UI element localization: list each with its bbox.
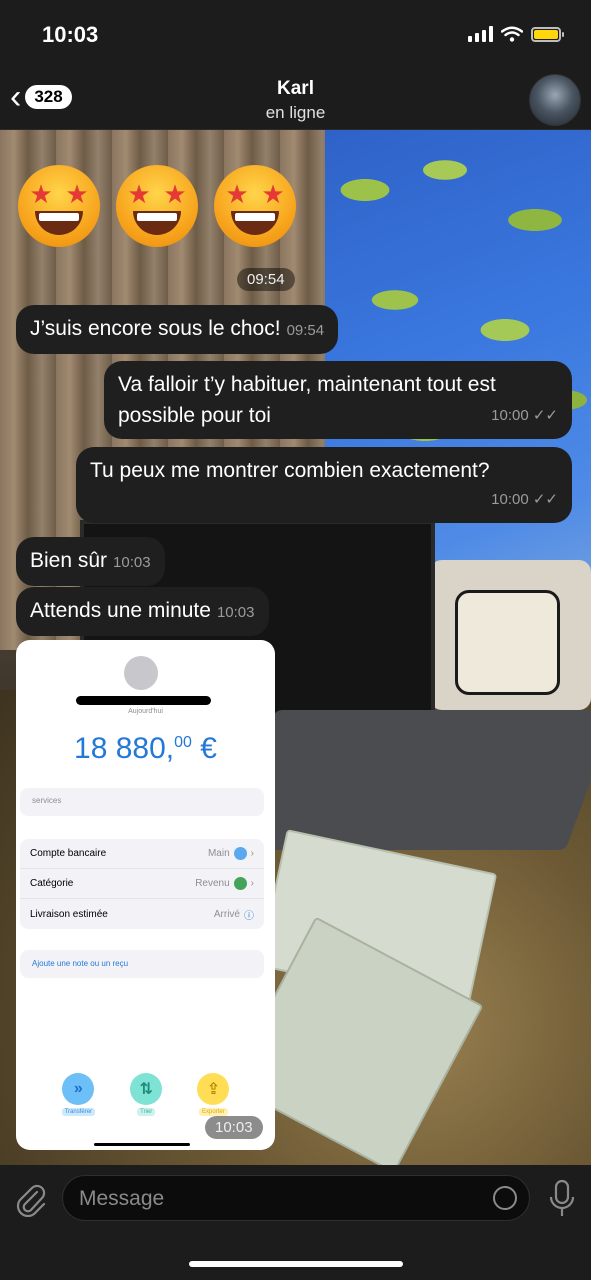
- export-button: ⇪ Exporter: [197, 1073, 230, 1116]
- note-field: Ajoute une note ou un reçu: [20, 950, 264, 978]
- sticker-icon[interactable]: [493, 1186, 517, 1210]
- message-meta: 10:00 ✓✓: [491, 400, 558, 431]
- message-placeholder: Message: [79, 1187, 165, 1210]
- amount-main: 18 880,: [74, 732, 175, 765]
- message-text: Attends une minute: [30, 599, 211, 622]
- message-meta: 10:00 ✓✓: [491, 484, 558, 515]
- star-struck-emoji-icon: ★ ★: [214, 165, 296, 247]
- detail-value: Arrivé: [213, 908, 240, 920]
- message-bubble-outgoing[interactable]: Tu peux me montrer combien exactement? 1…: [76, 447, 572, 523]
- detail-row: Compte bancaire Main ›: [20, 839, 264, 869]
- detail-label: Compte bancaire: [30, 848, 107, 859]
- button-label: Exporter: [199, 1108, 228, 1116]
- emoji-message[interactable]: ★ ★ ★ ★ ★ ★: [18, 165, 296, 247]
- message-bubble-incoming[interactable]: Bien sûr 10:03: [16, 537, 165, 586]
- wallpaper-laptop-base: [224, 710, 591, 850]
- image-message[interactable]: Aujourd'hui 18 880,00 € services Compte …: [16, 640, 275, 1150]
- message-time: 10:03: [216, 604, 255, 621]
- double-check-icon: ✓✓: [532, 491, 558, 508]
- star-struck-emoji-icon: ★ ★: [116, 165, 198, 247]
- double-chevron-icon: »: [62, 1073, 95, 1105]
- star-struck-emoji-icon: ★ ★: [18, 165, 100, 247]
- message-time: 10:03: [205, 1116, 263, 1139]
- chat-header: ‹ 328 Karl en ligne: [0, 68, 591, 130]
- contact-avatar[interactable]: [529, 74, 581, 126]
- sort-button: ⇅ Trier: [130, 1073, 163, 1116]
- message-time: 10:00: [491, 407, 529, 424]
- detail-label: Catégorie: [30, 878, 74, 889]
- home-indicator: [189, 1261, 403, 1267]
- note-link: Ajoute une note ou un reçu: [32, 959, 129, 968]
- double-check-icon: ✓✓: [532, 407, 558, 424]
- message-bubble-incoming[interactable]: J’suis encore sous le choc! 09:54: [16, 305, 339, 354]
- paperclip-icon[interactable]: [14, 1183, 48, 1217]
- status-icons: [468, 26, 564, 42]
- wifi-icon: [501, 26, 523, 42]
- bank-icon: [233, 847, 247, 860]
- cellular-signal-icon: [468, 26, 493, 42]
- detail-row: Livraison estimée Arrivé ⓘ: [20, 899, 264, 929]
- microphone-icon[interactable]: [547, 1179, 577, 1219]
- share-icon: ⇪: [197, 1073, 230, 1105]
- services-field: services: [20, 788, 264, 816]
- message-time: 09:54: [286, 322, 325, 339]
- sort-arrows-icon: ⇅: [130, 1073, 163, 1105]
- detail-label: Livraison estimée: [30, 908, 108, 920]
- message-time: 10:03: [113, 554, 151, 571]
- detail-value: Revenu: [195, 878, 230, 889]
- message-text: J’suis encore sous le choc!: [30, 317, 281, 340]
- detail-value: Main: [207, 848, 230, 859]
- services-label: services: [32, 796, 62, 805]
- chat-title-area[interactable]: Karl en ligne: [0, 78, 591, 123]
- message-time: 09:54: [237, 268, 295, 291]
- message-text: Tu peux me montrer combien exactement?: [90, 459, 490, 482]
- category-icon: [233, 877, 247, 890]
- message-text: Bien sûr: [30, 549, 108, 572]
- currency-symbol: €: [200, 732, 217, 765]
- transaction-amount: 18 880,00 €: [16, 732, 275, 766]
- info-icon: ⓘ: [244, 910, 254, 922]
- home-indicator: [94, 1143, 190, 1146]
- contact-name: Karl: [277, 78, 314, 99]
- transfer-button: » Transférer: [61, 1073, 96, 1116]
- contact-status: en ligne: [265, 103, 326, 122]
- message-bubble-incoming[interactable]: Attends une minute 10:03: [16, 587, 269, 636]
- amount-cents: 00: [174, 734, 192, 751]
- message-time: 10:00: [491, 491, 529, 508]
- wallpaper-pillow: [455, 590, 560, 695]
- status-bar: 10:03: [0, 0, 591, 68]
- button-label: Transférer: [61, 1108, 96, 1116]
- chevron-right-icon: ›: [250, 848, 254, 859]
- transaction-date: Aujourd'hui: [128, 708, 163, 715]
- detail-row: Catégorie Revenu ›: [20, 869, 264, 899]
- person-icon: [124, 656, 158, 690]
- action-buttons: » Transférer ⇅ Trier ⇪ Exporter: [16, 1073, 275, 1116]
- message-input[interactable]: Message: [62, 1175, 530, 1221]
- transaction-details: Compte bancaire Main › Catégorie Revenu › …: [20, 839, 264, 929]
- redacted-name: [76, 696, 211, 705]
- battery-icon: [531, 26, 564, 42]
- message-bubble-outgoing[interactable]: Va falloir t’y habituer, maintenant tout…: [104, 361, 572, 439]
- message-text: Va falloir t’y habituer, maintenant tout…: [118, 373, 496, 427]
- button-label: Trier: [137, 1108, 156, 1116]
- chevron-right-icon: ›: [250, 878, 254, 889]
- status-time: 10:03: [42, 22, 99, 47]
